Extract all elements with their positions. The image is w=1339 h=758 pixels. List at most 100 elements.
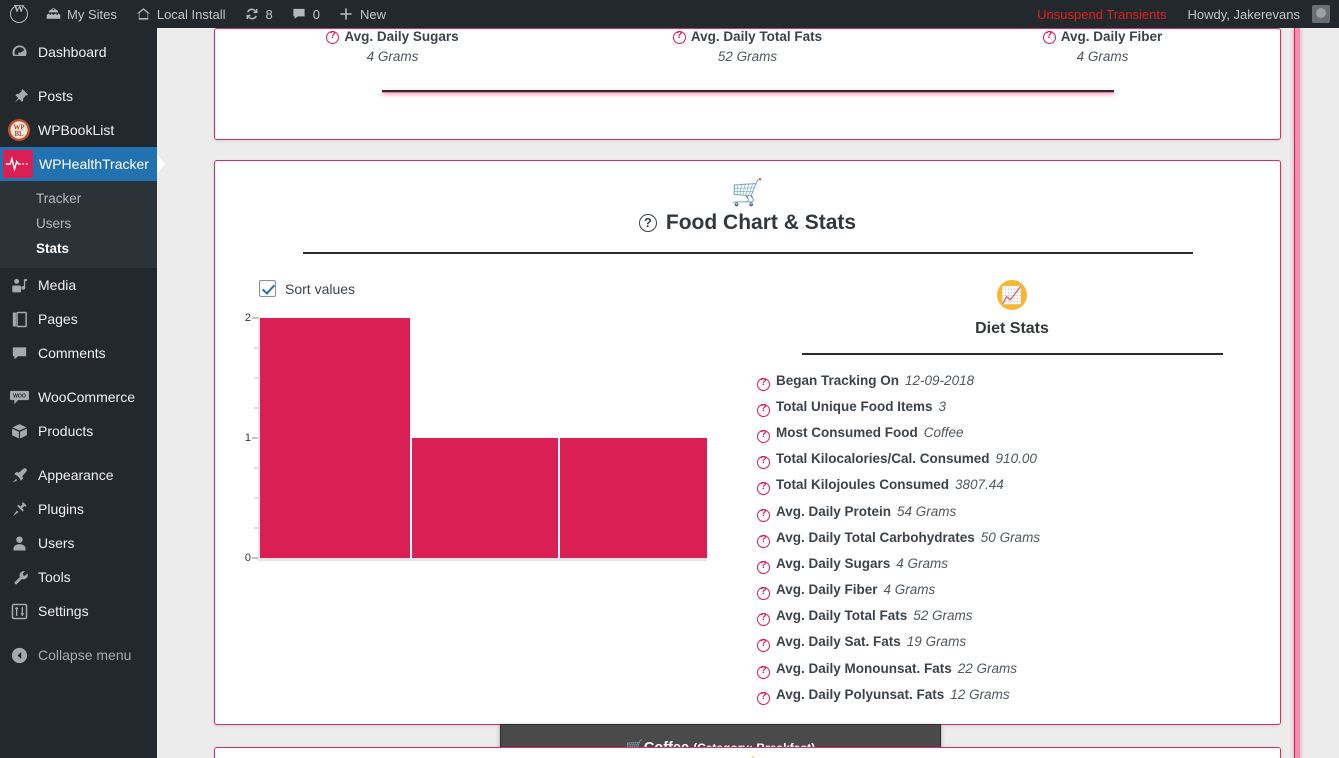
- list-item: Avg. Daily Total Carbohydrates 50 Grams: [744, 525, 1280, 551]
- help-icon[interactable]: ?: [638, 214, 657, 232]
- list-item: Avg. Daily Total Fats 52 Grams: [744, 604, 1280, 630]
- page-accent-rail: [1294, 28, 1300, 758]
- diet-stat-label: Avg. Daily Polyunsat. Fats: [776, 686, 945, 702]
- admin-bar-new-content[interactable]: New: [329, 0, 395, 28]
- chart-bar[interactable]: [411, 438, 559, 558]
- diet-stat-value: 3: [938, 398, 947, 414]
- stat-avg-daily-total-fats-label: Avg. Daily Total Fats: [690, 29, 823, 44]
- sidebar-item-comments[interactable]: Comments: [0, 336, 157, 370]
- stat-avg-daily-total-fats-title: Avg. Daily Total Fats: [570, 29, 925, 44]
- diet-stat-label: Avg. Daily Protein: [776, 503, 892, 519]
- list-item: Total Unique Food Items 3: [744, 394, 1280, 420]
- sidebar-item-appearance[interactable]: Appearance: [0, 458, 157, 492]
- help-icon[interactable]: [326, 31, 340, 44]
- diet-stat-label: Avg. Daily Sugars: [776, 555, 891, 571]
- sidebar-item-tools[interactable]: Tools: [0, 560, 157, 594]
- sort-values-control[interactable]: Sort values: [237, 280, 720, 297]
- stat-avg-daily-total-fats-value: 52 Grams: [717, 49, 778, 64]
- sidebar-item-posts[interactable]: Posts: [0, 79, 157, 113]
- admin-bar-my-sites[interactable]: My Sites: [36, 0, 126, 28]
- chart-x-axis-line: [258, 558, 707, 561]
- diet-stat-value: 22 Grams: [957, 660, 1018, 676]
- sort-values-checkbox[interactable]: [259, 280, 276, 297]
- help-icon[interactable]: [757, 639, 770, 653]
- sidebar-item-settings[interactable]: Settings: [0, 594, 157, 628]
- list-item: Total Kilocalories/Cal. Consumed 910.00: [744, 447, 1280, 473]
- list-item: Avg. Daily Sat. Fats 19 Grams: [744, 630, 1280, 656]
- diet-stat-label: Total Kilojoules Consumed: [776, 477, 950, 493]
- unsuspend-transients-button[interactable]: Unsuspend Transients: [1025, 7, 1178, 22]
- diet-stat-label: Total Kilocalories/Cal. Consumed: [776, 451, 990, 467]
- sidebar-item-wphealthtracker[interactable]: WPHealthTracker: [0, 147, 165, 181]
- diet-stat-value: 52 Grams: [913, 608, 973, 624]
- sidebar-item-media[interactable]: Media: [0, 268, 157, 302]
- admin-bar-new-label: New: [359, 6, 386, 22]
- admin-bar-site-name[interactable]: Local Install: [126, 0, 235, 28]
- help-icon[interactable]: [672, 31, 686, 44]
- y-tick-label-0: 0: [244, 552, 251, 564]
- sidebar-item-users-label: Users: [38, 535, 75, 551]
- help-icon[interactable]: [757, 403, 770, 417]
- help-icon[interactable]: [757, 482, 770, 496]
- sidebar-separator-2: [0, 370, 157, 380]
- sidebar-item-pages[interactable]: Pages: [0, 302, 157, 336]
- sidebar-item-plugins[interactable]: Plugins: [0, 492, 157, 526]
- diet-stat-value: 50 Grams: [980, 529, 1041, 545]
- food-bar-chart: 2 1 0: [237, 312, 707, 564]
- food-chart-header: 🛒 ? Food Chart & Stats: [215, 161, 1280, 254]
- help-icon[interactable]: [757, 587, 770, 601]
- help-icon[interactable]: [757, 560, 770, 574]
- help-icon[interactable]: [757, 508, 770, 522]
- pages-icon: [2, 302, 36, 336]
- sidebar-item-woocommerce[interactable]: WOO WooCommerce: [0, 380, 157, 414]
- help-icon[interactable]: [757, 534, 770, 548]
- sidebar-item-media-label: Media: [38, 277, 77, 293]
- sidebar-item-plugins-label: Plugins: [38, 501, 84, 517]
- page-wrap: Avg. Daily Sugars 4 Grams Avg. Daily Tot…: [157, 28, 1339, 758]
- products-icon: [2, 414, 36, 448]
- diet-stats-column: 📈 Diet Stats Began Tracking On 12-09-201…: [720, 280, 1280, 708]
- sidebar-item-users[interactable]: Users: [0, 526, 157, 560]
- help-icon[interactable]: [757, 377, 770, 391]
- chart-bar[interactable]: [560, 438, 707, 558]
- diet-stat-value: 3807.44: [955, 477, 1004, 493]
- sidebar-separator-3: [0, 448, 157, 458]
- diet-stats-list: Began Tracking On 12-09-2018 Total Uniqu…: [744, 355, 1280, 708]
- diet-stat-label: Avg. Daily Monounsat. Fats: [776, 660, 952, 676]
- admin-bar-updates[interactable]: 8: [235, 0, 282, 28]
- collapse-menu-button[interactable]: Collapse menu: [0, 638, 157, 672]
- admin-bar-comments-count: 0: [312, 6, 320, 22]
- sidebar-item-dashboard[interactable]: Dashboard: [0, 35, 157, 69]
- help-icon[interactable]: [757, 691, 770, 705]
- sidebar-item-products[interactable]: Products: [0, 414, 157, 448]
- help-icon[interactable]: [1042, 31, 1056, 44]
- help-icon[interactable]: [757, 456, 770, 470]
- stat-avg-daily-sugars-title: Avg. Daily Sugars: [215, 29, 570, 44]
- sidebar-subitem-users[interactable]: Users: [0, 211, 157, 236]
- sidebar-separator-4: [0, 628, 157, 638]
- admin-sidebar: Dashboard Posts WP BL WPBookList WPHealt…: [0, 28, 165, 758]
- sidebar-subitem-tracker[interactable]: Tracker: [0, 186, 157, 211]
- help-icon[interactable]: [757, 429, 770, 443]
- updates-icon: [244, 6, 260, 22]
- diet-stat-value: 19 Grams: [906, 634, 967, 650]
- settings-icon: [2, 594, 36, 628]
- admin-bar-account[interactable]: Howdy, Jakerevans: [1179, 0, 1339, 28]
- list-item: Avg. Daily Sugars 4 Grams: [744, 551, 1280, 577]
- svg-text:BL: BL: [14, 131, 24, 138]
- sidebar-item-wpbooklist[interactable]: WP BL WPBookList: [0, 113, 157, 147]
- sidebar-subitem-stats[interactable]: Stats: [0, 236, 157, 261]
- chart-bar[interactable]: [260, 318, 410, 558]
- admin-bar-comments[interactable]: 0: [282, 0, 329, 28]
- woocommerce-icon: WOO: [2, 380, 36, 414]
- overall-stats-panel: Avg. Daily Sugars 4 Grams Avg. Daily Tot…: [214, 28, 1281, 140]
- admin-bar-updates-count: 8: [265, 6, 273, 22]
- diet-stat-value: 12-09-2018: [905, 372, 975, 388]
- sidebar-separator-1: [0, 69, 157, 79]
- wordpress-logo-button[interactable]: [0, 0, 36, 28]
- help-icon[interactable]: [757, 613, 770, 627]
- plus-icon: [338, 6, 354, 22]
- help-icon[interactable]: [757, 665, 770, 679]
- stat-avg-daily-sugars-label: Avg. Daily Sugars: [344, 29, 459, 44]
- sidebar-item-dashboard-label: Dashboard: [38, 44, 107, 60]
